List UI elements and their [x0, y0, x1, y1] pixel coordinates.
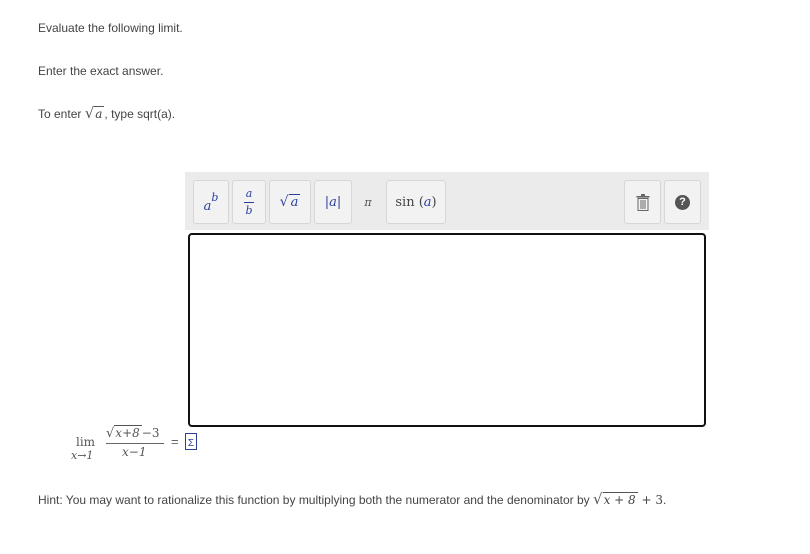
hint-tail: + 3: [637, 493, 663, 507]
math-toolbar: ab a b √ a |a| π sin (a) ?: [185, 172, 709, 230]
fraction-line: [106, 443, 164, 444]
instruction-sqrt-suffix: , type sqrt(a).: [104, 107, 176, 121]
help-button[interactable]: ?: [664, 180, 701, 224]
help-icon: ?: [675, 194, 690, 210]
trash-button[interactable]: [624, 180, 661, 224]
abs-button-label: |a|: [324, 194, 342, 210]
lim-word: lim: [76, 435, 96, 449]
abs-button[interactable]: |a|: [314, 180, 352, 224]
lim-subscript: x→1: [71, 449, 94, 462]
sin-button[interactable]: sin (a): [386, 180, 446, 224]
instruction-sqrt: To enter √a, type sqrt(a).: [38, 104, 175, 122]
answer-placeholder-icon[interactable]: Σ: [185, 433, 197, 450]
limit-numerator: √x+8 −3: [106, 425, 160, 441]
sqrt-example: √a: [84, 104, 105, 122]
instruction-sqrt-prefix: To enter: [38, 107, 82, 121]
sqrt-radical-icon: √: [279, 194, 289, 210]
pi-button-label: π: [364, 195, 372, 209]
hint-sqrt: √x + 8: [593, 490, 638, 508]
hint-radicand: x + 8: [602, 492, 638, 507]
hint-end: .: [662, 493, 667, 507]
power-exponent: b: [211, 190, 219, 204]
sqrt-button-arg: a: [288, 194, 301, 210]
hint-text: Hint: You may want to rationalize this f…: [38, 490, 666, 508]
instruction-exact: Enter the exact answer.: [38, 64, 164, 78]
power-button[interactable]: ab: [193, 180, 229, 224]
pi-button[interactable]: π: [353, 180, 383, 224]
fraction-bar: [244, 201, 254, 203]
trash-icon: [636, 193, 649, 211]
sqrt-example-arg: a: [94, 106, 105, 121]
sqrt-button[interactable]: √ a: [269, 180, 311, 224]
numerator-radicand: x+8: [114, 425, 142, 440]
instruction-evaluate: Evaluate the following limit.: [38, 21, 183, 35]
limit-expression: lim x→1 √x+8 −3 x−1 = Σ: [70, 424, 210, 468]
fraction-denominator: b: [245, 203, 253, 217]
fraction-button[interactable]: a b: [232, 180, 266, 224]
sin-button-arg: a: [423, 194, 432, 210]
answer-editor[interactable]: [188, 233, 706, 427]
numerator-tail: −3: [141, 426, 160, 440]
sin-button-label: sin: [395, 194, 415, 210]
equals-sign: =: [171, 434, 179, 449]
power-base: a: [203, 198, 212, 214]
limit-denominator: x−1: [122, 445, 147, 459]
hint-prefix: Hint: You may want to rationalize this f…: [38, 493, 590, 507]
fraction-numerator: a: [245, 186, 253, 200]
